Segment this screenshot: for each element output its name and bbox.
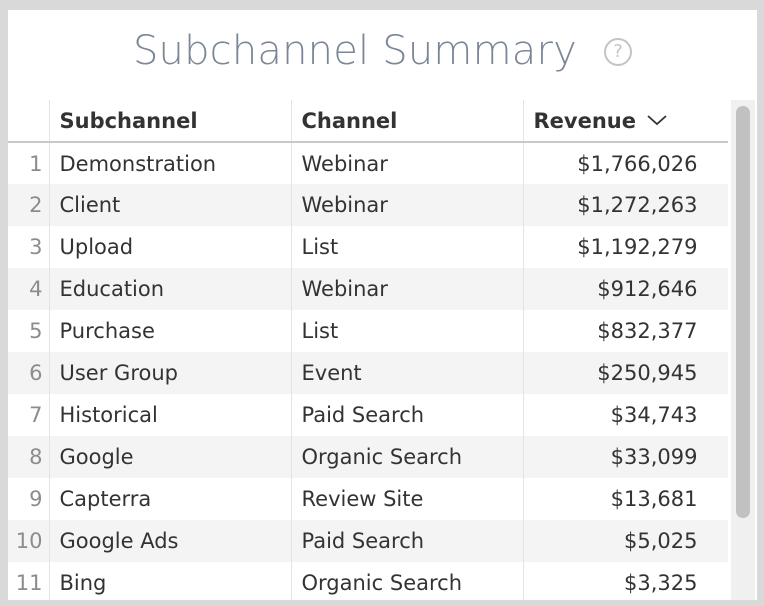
chevron-down-icon[interactable] <box>646 113 668 127</box>
row-index: 4 <box>8 268 50 310</box>
subchannel-cell: Education <box>49 268 292 310</box>
channel-cell: Review Site <box>291 478 524 520</box>
row-index: 10 <box>8 520 50 562</box>
revenue-cell: $3,325 <box>523 562 728 600</box>
subchannel-cell: Upload <box>49 226 292 268</box>
channel-cell: Paid Search <box>291 394 524 436</box>
channel-cell: List <box>291 226 524 268</box>
row-index: 3 <box>8 226 50 268</box>
revenue-cell: $34,743 <box>523 394 728 436</box>
revenue-cell: $832,377 <box>523 310 728 352</box>
subchannel-cell: Google Ads <box>49 520 292 562</box>
row-index: 5 <box>8 310 50 352</box>
table-header-row: Subchannel Channel Revenue <box>8 100 728 143</box>
column-header-revenue-label: Revenue <box>533 108 637 133</box>
row-index: 9 <box>8 478 50 520</box>
channel-cell: Event <box>291 352 524 394</box>
column-header-subchannel[interactable]: Subchannel <box>49 100 292 143</box>
row-index-header <box>8 100 50 143</box>
channel-cell: Webinar <box>291 142 524 184</box>
row-index: 1 <box>8 142 50 184</box>
table-row[interactable]: 11 Bing Organic Search $3,325 <box>8 562 728 600</box>
subchannel-cell: Purchase <box>49 310 292 352</box>
subchannel-cell: Google <box>49 436 292 478</box>
channel-cell: Organic Search <box>291 562 524 600</box>
subchannel-cell: Capterra <box>49 478 292 520</box>
column-header-revenue[interactable]: Revenue <box>523 100 728 143</box>
channel-cell: Organic Search <box>291 436 524 478</box>
table-row[interactable]: 5 Purchase List $832,377 <box>8 310 728 352</box>
table-body: 1 Demonstration Webinar $1,766,026 2 Client We… <box>8 142 728 600</box>
summary-table: Subchannel Channel Revenue 1 Demonstratio… <box>8 100 728 600</box>
subchannel-cell: Historical <box>49 394 292 436</box>
subchannel-cell: Demonstration <box>49 142 292 184</box>
revenue-cell: $250,945 <box>523 352 728 394</box>
channel-cell: Paid Search <box>291 520 524 562</box>
table-row[interactable]: 8 Google Organic Search $33,099 <box>8 436 728 478</box>
row-index: 8 <box>8 436 50 478</box>
revenue-cell: $1,192,279 <box>523 226 728 268</box>
row-index: 11 <box>8 562 50 600</box>
channel-cell: Webinar <box>291 268 524 310</box>
revenue-cell: $5,025 <box>523 520 728 562</box>
subchannel-cell: User Group <box>49 352 292 394</box>
table-row[interactable]: 6 User Group Event $250,945 <box>8 352 728 394</box>
table-row[interactable]: 9 Capterra Review Site $13,681 <box>8 478 728 520</box>
column-header-channel[interactable]: Channel <box>291 100 524 143</box>
revenue-cell: $912,646 <box>523 268 728 310</box>
table-row[interactable]: 4 Education Webinar $912,646 <box>8 268 728 310</box>
row-index: 6 <box>8 352 50 394</box>
summary-table-container: Subchannel Channel Revenue 1 Demonstratio… <box>8 100 728 600</box>
widget-title: Subchannel Summary <box>132 28 577 74</box>
help-circle-icon[interactable]: ? <box>604 38 633 66</box>
vertical-scrollbar[interactable] <box>731 100 755 600</box>
scrollbar-thumb[interactable] <box>736 106 750 518</box>
subchannel-cell: Bing <box>49 562 292 600</box>
revenue-cell: $13,681 <box>523 478 728 520</box>
table-row[interactable]: 3 Upload List $1,192,279 <box>8 226 728 268</box>
widget-header: Subchannel Summary ? <box>8 28 757 84</box>
row-index: 2 <box>8 184 50 226</box>
row-index: 7 <box>8 394 50 436</box>
revenue-cell: $1,766,026 <box>523 142 728 184</box>
table-row[interactable]: 7 Historical Paid Search $34,743 <box>8 394 728 436</box>
channel-cell: List <box>291 310 524 352</box>
table-row[interactable]: 2 Client Webinar $1,272,263 <box>8 184 728 226</box>
table-row[interactable]: 10 Google Ads Paid Search $5,025 <box>8 520 728 562</box>
revenue-cell: $1,272,263 <box>523 184 728 226</box>
revenue-cell: $33,099 <box>523 436 728 478</box>
table-row[interactable]: 1 Demonstration Webinar $1,766,026 <box>8 142 728 184</box>
channel-cell: Webinar <box>291 184 524 226</box>
subchannel-cell: Client <box>49 184 292 226</box>
subchannel-summary-widget: Subchannel Summary ? Subchannel Channel … <box>8 10 757 600</box>
